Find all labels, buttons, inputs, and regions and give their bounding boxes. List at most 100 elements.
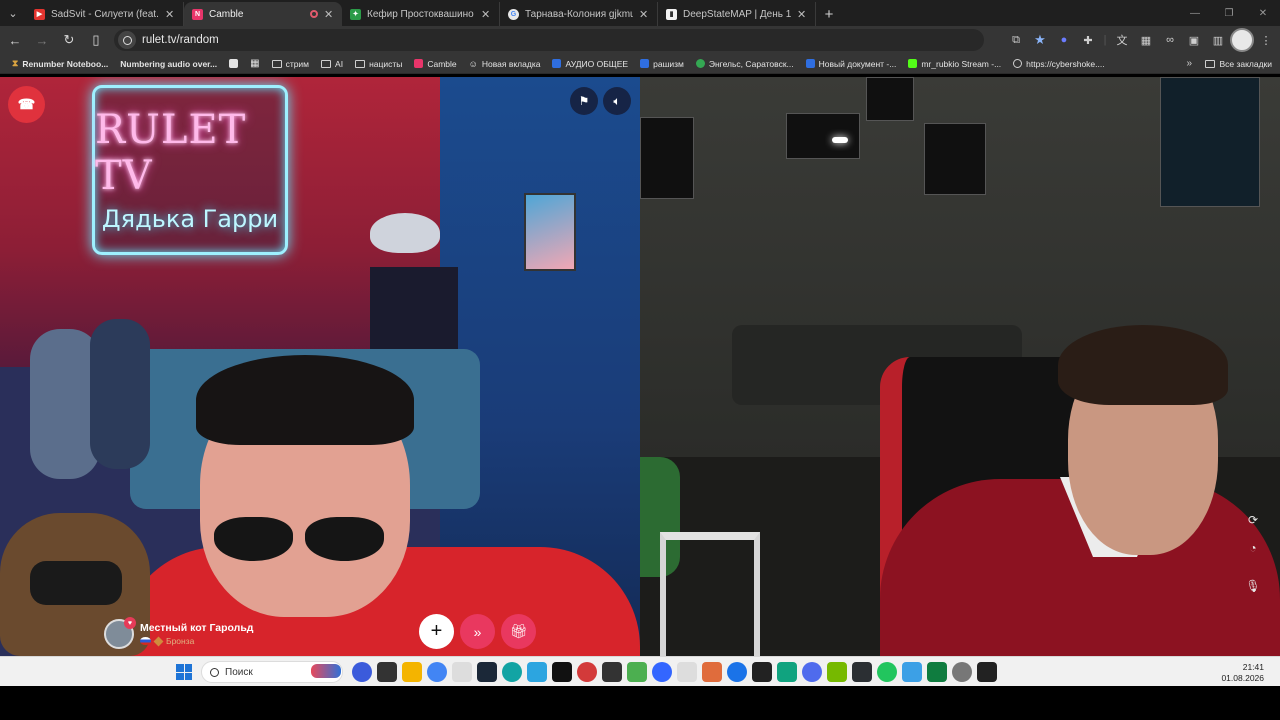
taskbar-app-icon[interactable]	[352, 662, 372, 682]
puzzle-icon[interactable]: ✚	[1076, 28, 1100, 52]
taskbar-app-icon[interactable]	[752, 662, 772, 682]
tab-0[interactable]: ▶ SadSvit - Силуети (feat. СТРУКТ ✕	[26, 2, 184, 26]
close-icon[interactable]: ✕	[324, 8, 334, 21]
taskbar-app-icon[interactable]	[577, 662, 597, 682]
bookmark-6[interactable]: ☺ Новая вкладка	[463, 59, 547, 69]
bookmark-10[interactable]: Новый документ -...	[800, 59, 903, 69]
bookmark-9[interactable]: Энгельс, Саратовск...	[690, 59, 800, 69]
switch-camera-button[interactable]: ⟳	[1244, 511, 1262, 529]
taskbar-app-icon[interactable]	[677, 662, 697, 682]
close-icon[interactable]: ✕	[639, 8, 649, 21]
taskbar-app-icon[interactable]	[852, 662, 872, 682]
screenshot-icon[interactable]: ▣	[1182, 28, 1206, 52]
tab-1[interactable]: N Camble ✕	[184, 2, 342, 26]
taskbar-app-icon[interactable]	[552, 662, 572, 682]
taskbar-app-icon[interactable]	[402, 662, 422, 682]
bookmark-label: Numbering audio over...	[120, 58, 218, 69]
bookmark-0[interactable]: ⧗ Renumber Noteboo...	[6, 58, 114, 69]
taskbar-app-icon[interactable]	[727, 662, 747, 682]
taskbar-app-icon[interactable]	[502, 662, 522, 682]
bookmark-11[interactable]: mr_rubkio Stream -...	[902, 59, 1007, 69]
chevron-right-double-icon[interactable]: »	[1186, 58, 1192, 69]
add-friend-button[interactable]: +	[419, 614, 454, 649]
close-icon[interactable]: ✕	[165, 8, 175, 21]
translate-icon[interactable]: 文	[1110, 28, 1134, 52]
taskbar-app-icon[interactable]	[427, 662, 447, 682]
apps-shortcut[interactable]: ▦	[244, 58, 265, 69]
link-icon[interactable]: ∞	[1158, 28, 1182, 52]
taskbar-app-icon[interactable]	[627, 662, 647, 682]
taskbar-app-icon[interactable]	[827, 662, 847, 682]
bookmark-1[interactable]: Numbering audio over...	[114, 59, 223, 69]
microphone-button[interactable]: 🎙︎	[1244, 577, 1262, 595]
tab-4[interactable]: ▮ DeepStateMAP | День 1620 | М ✕	[658, 2, 816, 26]
audio-playing-icon[interactable]	[310, 10, 318, 18]
bookmark-12[interactable]: https://cybershoke....	[1007, 59, 1110, 69]
bookmark-blank[interactable]	[223, 59, 244, 68]
window-close-icon[interactable]: ✕	[1246, 4, 1280, 22]
search-label: Поиск	[225, 666, 253, 678]
restore-icon[interactable]: ❐	[1212, 4, 1246, 22]
bookmark-label: рашизм	[653, 58, 684, 69]
taskbar-app-icon[interactable]	[777, 662, 797, 682]
bookmark-label: Camble	[427, 58, 457, 69]
tab-3[interactable]: G Тарнава-Колония gjkmuf - По ✕	[500, 2, 658, 26]
taskbar-app-icon[interactable]	[902, 662, 922, 682]
volume-button[interactable]: 🔈︎	[603, 87, 631, 115]
close-icon[interactable]: ✕	[797, 8, 807, 21]
scene-poster	[524, 193, 576, 271]
bookmark-3[interactable]: AI	[315, 59, 349, 69]
kebab-menu-icon[interactable]: ⋮	[1254, 28, 1278, 52]
bookmark-2[interactable]: стрим	[266, 59, 315, 69]
taskbar-app-icon[interactable]	[477, 662, 497, 682]
taskbar-app-icon[interactable]	[452, 662, 472, 682]
avatar[interactable]: ♥	[104, 617, 136, 649]
timer-button[interactable]: ◔	[1244, 539, 1262, 557]
url-text[interactable]: rulet.tv/random	[142, 34, 219, 46]
scene-plush-toy	[90, 319, 150, 469]
all-bookmarks-button[interactable]: Все закладки	[1205, 59, 1272, 69]
cast-icon[interactable]: ⧉	[1004, 28, 1028, 52]
taskbar-app-icon[interactable]	[377, 662, 397, 682]
extension-icon[interactable]: ●	[1052, 28, 1076, 52]
next-partner-button[interactable]: »	[460, 614, 495, 649]
search-highlight-art	[311, 664, 341, 678]
tab-search-button[interactable]: ⌄	[0, 0, 26, 26]
back-button[interactable]: ←	[3, 28, 27, 52]
tab-2[interactable]: ✦ Кефир Простоквашино 2,5%, ✕	[342, 2, 500, 26]
bookmark-8[interactable]: рашизм	[634, 59, 690, 69]
end-call-button[interactable]: ☎	[8, 86, 45, 123]
partner-user-card[interactable]: ♥ Местный кот Гарольд Бронза	[104, 617, 253, 651]
taskbar-app-icon[interactable]	[602, 662, 622, 682]
person-sunglasses	[214, 517, 384, 561]
taskbar-app-icon[interactable]	[952, 662, 972, 682]
bookmark-7[interactable]: АУДИО ОБЩЕЕ	[546, 59, 634, 69]
send-gift-button[interactable]: 🎁︎	[501, 614, 536, 649]
bookmark-star-icon[interactable]: ★	[1028, 28, 1052, 52]
split-view-button[interactable]: ▯	[84, 28, 108, 52]
address-bar[interactable]: rulet.tv/random	[114, 29, 984, 51]
taskbar-app-icon[interactable]	[652, 662, 672, 682]
site-info-icon[interactable]	[118, 31, 136, 49]
new-tab-button[interactable]: +	[816, 2, 842, 26]
apps-icon[interactable]: ▦	[1134, 28, 1158, 52]
forward-button[interactable]: →	[30, 28, 54, 52]
system-clock[interactable]: 21:41 01.08.2026	[1221, 662, 1264, 684]
profile-avatar[interactable]	[1230, 28, 1254, 52]
report-button[interactable]: ⚑	[570, 87, 598, 115]
taskbar-app-icon[interactable]	[977, 662, 997, 682]
minimize-icon[interactable]: —	[1178, 4, 1212, 22]
taskbar-app-icon[interactable]	[927, 662, 947, 682]
bookmark-label: Энгельс, Саратовск...	[708, 58, 794, 69]
bookmark-5[interactable]: Camble	[408, 59, 462, 69]
reload-button[interactable]: ↻	[57, 28, 81, 52]
taskbar-app-icon[interactable]	[877, 662, 897, 682]
bookmark-4[interactable]: нацисты	[349, 59, 408, 69]
taskbar-app-icon[interactable]	[702, 662, 722, 682]
taskbar-app-icon[interactable]	[527, 662, 547, 682]
taskbar-app-icon[interactable]	[802, 662, 822, 682]
neon-sign-title: RULET TV	[95, 107, 247, 199]
close-icon[interactable]: ✕	[481, 8, 491, 21]
start-button[interactable]	[176, 664, 192, 680]
side-panel-icon[interactable]: ▥	[1206, 28, 1230, 52]
